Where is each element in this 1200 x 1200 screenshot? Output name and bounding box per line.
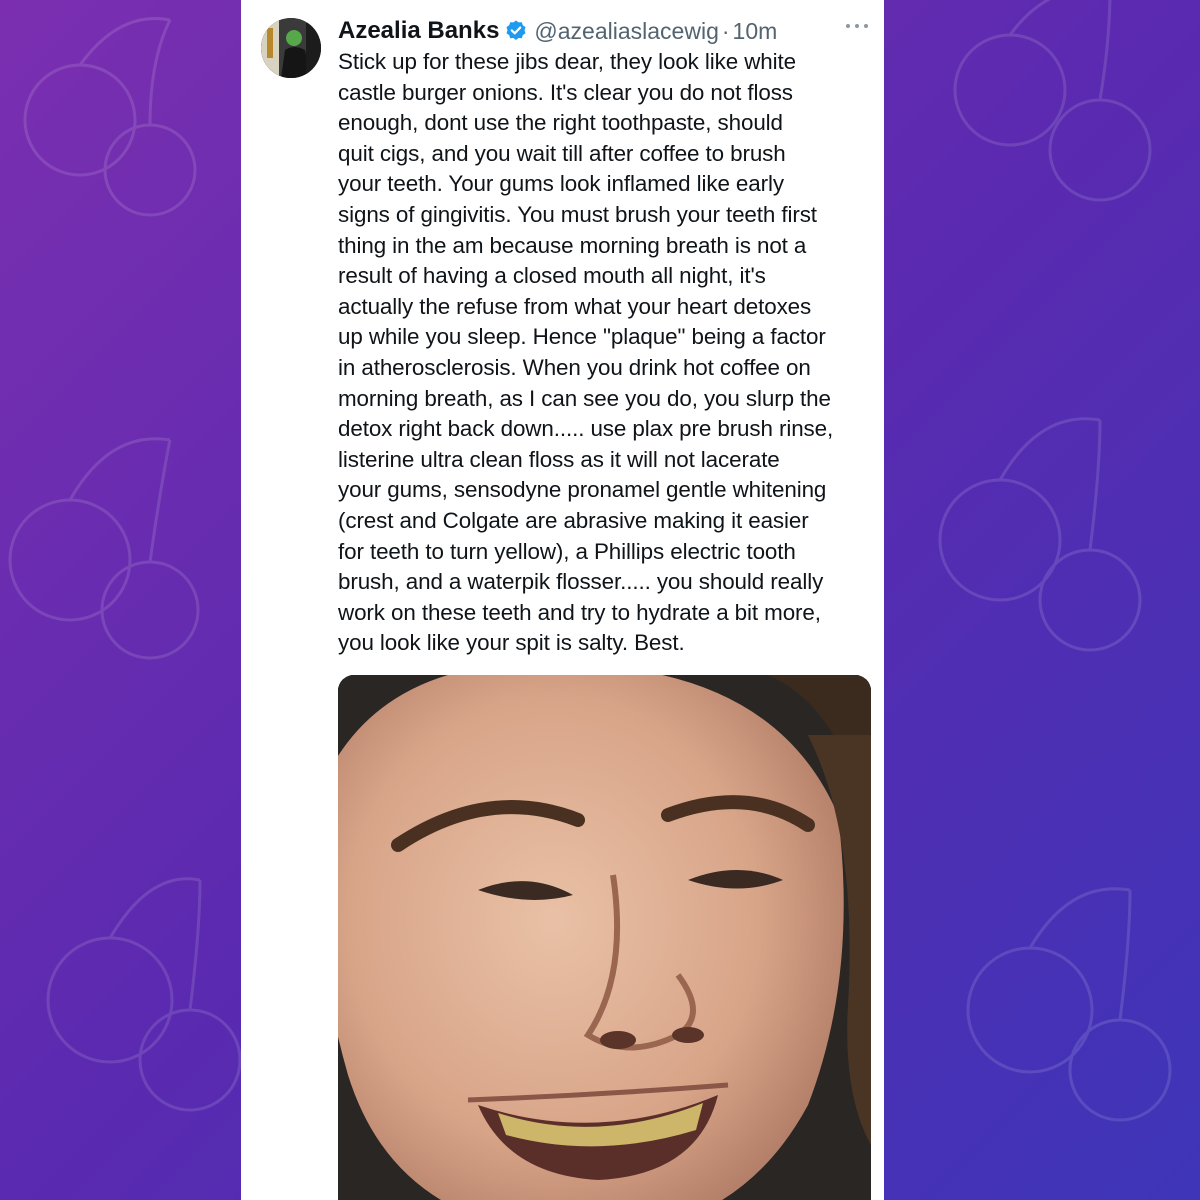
author-handle[interactable]: @azealiaslacewig: [534, 18, 718, 45]
tweet-header: Azealia Banks @azealiaslacewig · 10m: [338, 14, 777, 48]
avatar[interactable]: [261, 18, 321, 78]
tweet-timestamp[interactable]: 10m: [733, 18, 778, 45]
verified-badge-icon: [506, 20, 526, 40]
more-options-icon[interactable]: [846, 22, 868, 30]
tweet-card: Azealia Banks @azealiaslacewig · 10m Sti…: [241, 0, 884, 1200]
author-name[interactable]: Azealia Banks: [338, 17, 499, 45]
tweet-text: Stick up for these jibs dear, they look …: [338, 49, 834, 656]
tweet-media-image[interactable]: [338, 675, 871, 1200]
separator-dot: ·: [721, 17, 730, 44]
